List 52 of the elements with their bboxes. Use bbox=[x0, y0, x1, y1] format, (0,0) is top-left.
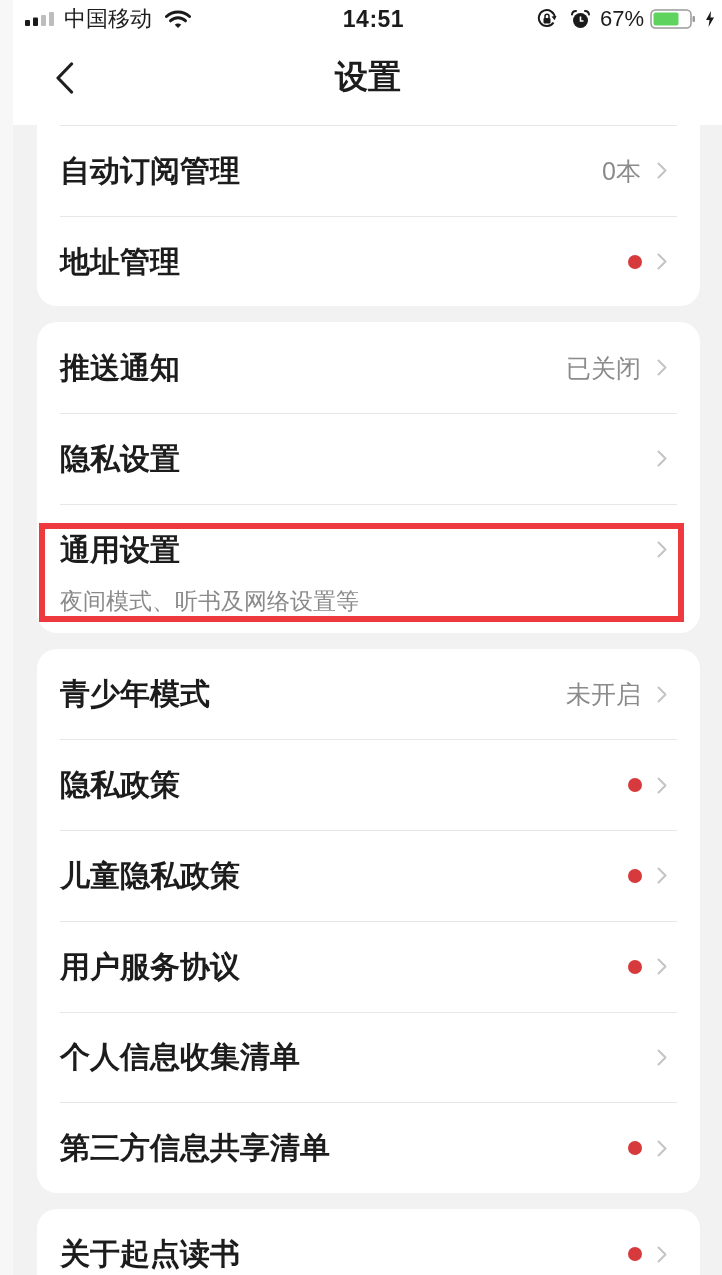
row-title: 个人信息收集清单 bbox=[60, 1040, 300, 1075]
row-value: 已关闭 bbox=[566, 352, 641, 384]
row-title: 第三方信息共享清单 bbox=[60, 1131, 330, 1166]
row-title: 通用设置 bbox=[60, 532, 180, 567]
rotation-lock-icon bbox=[536, 9, 557, 29]
row-title: 自动订阅管理 bbox=[60, 153, 240, 188]
row-title: 儿童隐私政策 bbox=[60, 858, 240, 893]
chevron-right-icon bbox=[657, 776, 667, 794]
settings-row[interactable]: 第三方信息共享清单 bbox=[60, 1102, 677, 1193]
settings-row[interactable]: 通用设置 夜间模式、听书及网络设置等 bbox=[60, 503, 677, 633]
row-value: 未开启 bbox=[566, 679, 641, 711]
settings-row[interactable]: 关于起点读书 bbox=[60, 1208, 677, 1275]
chevron-right-icon bbox=[657, 359, 667, 377]
chevron-right-icon bbox=[657, 450, 667, 468]
row-subtitle: 夜间模式、听书及网络设置等 bbox=[60, 586, 360, 616]
settings-row[interactable]: 隐私设置 bbox=[60, 413, 677, 504]
settings-row[interactable]: 地址管理 bbox=[60, 215, 677, 307]
chevron-right-icon bbox=[657, 867, 667, 885]
chevron-right-icon bbox=[657, 162, 667, 180]
wifi-icon bbox=[165, 9, 191, 29]
row-value: 0本 bbox=[602, 155, 641, 187]
row-title: 地址管理 bbox=[60, 244, 180, 279]
charging-bolt-icon bbox=[706, 11, 714, 27]
settings-row[interactable]: 用户服务协议 bbox=[60, 920, 677, 1012]
battery-icon bbox=[650, 9, 696, 29]
status-time: 14:51 bbox=[342, 6, 405, 32]
settings-row[interactable]: 儿童隐私政策 bbox=[60, 830, 677, 921]
back-button[interactable] bbox=[55, 61, 74, 94]
settings-row[interactable]: 个人信息收集清单 bbox=[60, 1011, 677, 1103]
carrier-name: 中国移动 bbox=[64, 6, 152, 32]
page-title: 设置 bbox=[334, 57, 401, 97]
settings-row[interactable]: 青少年模式 未开启 bbox=[60, 648, 677, 740]
row-title: 青少年模式 bbox=[60, 677, 210, 712]
chevron-right-icon bbox=[657, 1245, 667, 1263]
chevron-right-icon bbox=[657, 958, 667, 976]
settings-row[interactable]: 隐私政策 bbox=[60, 739, 677, 831]
chevron-right-icon bbox=[657, 253, 667, 271]
signal-icon bbox=[25, 12, 55, 26]
row-title: 推送通知 bbox=[60, 350, 180, 385]
row-title: 隐私设置 bbox=[60, 441, 180, 476]
chevron-right-icon bbox=[657, 1048, 667, 1066]
battery-percent: 67% bbox=[599, 6, 644, 32]
row-title: 隐私政策 bbox=[60, 768, 180, 803]
row-title: 关于起点读书 bbox=[60, 1237, 240, 1272]
settings-row[interactable]: 推送通知 已关闭 bbox=[60, 322, 677, 414]
alarm-clock-icon bbox=[570, 9, 590, 29]
settings-row[interactable]: 自动订阅管理 0本 bbox=[60, 125, 677, 216]
chevron-right-icon bbox=[657, 1139, 667, 1157]
chevron-right-icon bbox=[657, 541, 667, 559]
chevron-right-icon bbox=[657, 685, 667, 703]
row-title: 用户服务协议 bbox=[60, 949, 240, 984]
chevron-left-icon bbox=[55, 61, 74, 94]
